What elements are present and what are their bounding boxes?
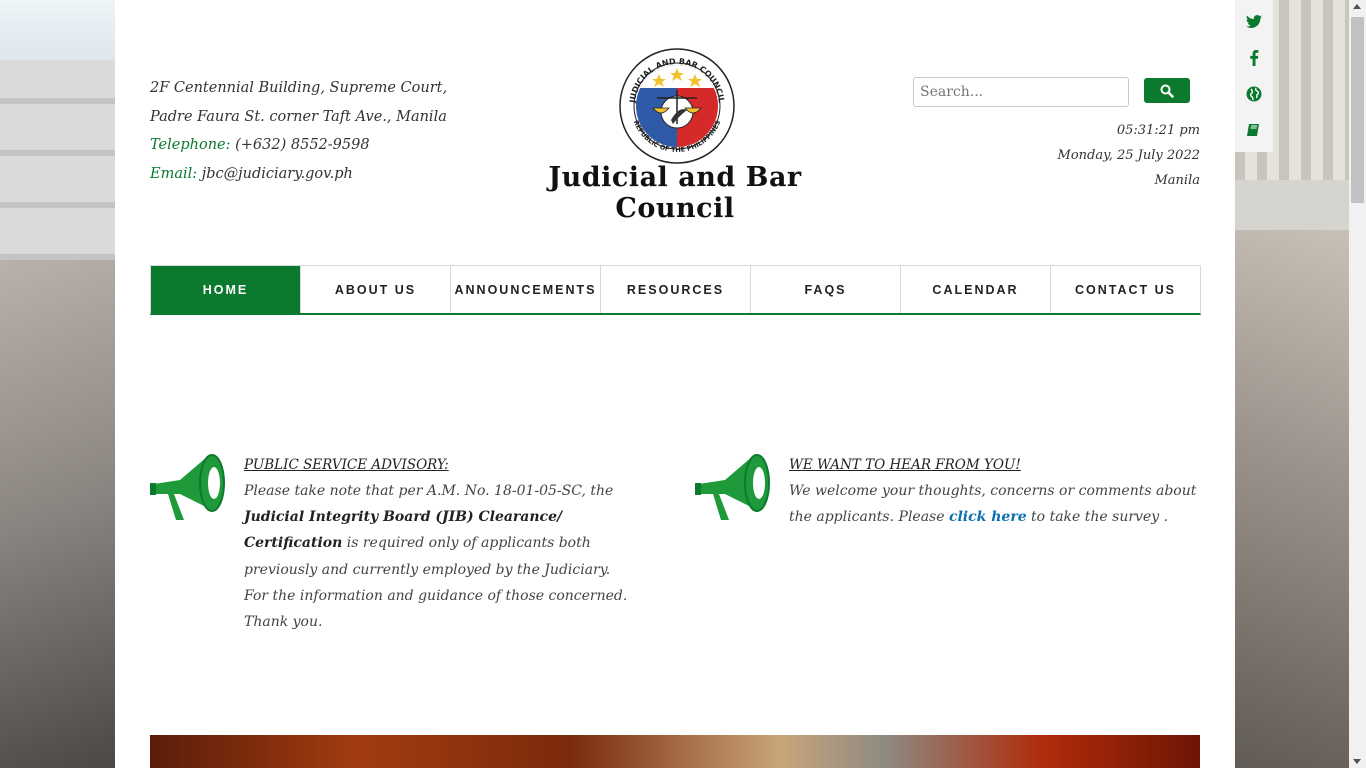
telephone-value: (+632) 8552-9598 [235,137,370,153]
search-icon [1160,84,1174,98]
telephone-line: Telephone: (+632) 8552-9598 [150,131,480,160]
nav-announcements[interactable]: ANNOUNCEMENTS [451,266,601,313]
scroll-up-icon[interactable] [1353,4,1361,9]
scrollbar-thumb[interactable] [1351,17,1364,203]
nav-faqs[interactable]: FAQS [751,266,901,313]
globe-icon[interactable] [1244,84,1264,104]
search-input[interactable] [913,77,1129,107]
gavel-banner-image [150,735,1200,768]
background-building-left [0,0,115,768]
email-value: jbc@judiciary.gov.ph [201,165,353,182]
page-container: 2F Centennial Building, Supreme Court, P… [115,0,1235,768]
nav-resources[interactable]: RESOURCES [601,266,751,313]
address-line-1: 2F Centennial Building, Supreme Court, [150,80,448,96]
advisory-text-1: Please take note that per A.M. No. 18-01… [244,483,614,499]
address-line-2: Padre Faura St. corner Taft Ave., Manila [150,108,447,125]
survey-heading: WE WANT TO HEAR FROM YOU! [789,457,1021,473]
megaphone-icon [150,454,225,520]
nav-about-us[interactable]: ABOUT US [301,266,451,313]
email-line: Email: jbc@judiciary.gov.ph [150,160,480,189]
site-title[interactable]: Judicial and Bar Council [515,162,835,224]
telephone-label: Telephone: [150,137,231,153]
contact-info: 2F Centennial Building, Supreme Court, P… [150,74,480,188]
nav-contact-us[interactable]: CONTACT US [1051,266,1200,313]
clock-date: Monday, 25 July 2022 [1057,148,1200,163]
advisory-body: Please take note that per A.M. No. 18-01… [244,478,664,635]
nav-home[interactable]: HOME [151,266,301,313]
survey-link[interactable]: click here [949,509,1027,525]
page-scrollbar[interactable] [1349,0,1366,768]
search-button[interactable] [1144,78,1190,103]
scroll-down-icon[interactable] [1353,759,1361,764]
megaphone-icon [695,454,770,520]
jbc-seal-logo[interactable]: JUDICIAL AND BAR COUNCIL REPUBLIC OF THE… [617,46,737,166]
social-sidebar [1235,0,1273,152]
nav-calendar[interactable]: CALENDAR [901,266,1051,313]
clock-time: 05:31:21 pm [1116,123,1200,138]
email-label: Email: [150,165,198,182]
advisory-text-3: For the information and guidance of thos… [244,587,628,631]
survey-body: We welcome your thoughts, concerns or co… [789,478,1201,530]
main-nav: HOME ABOUT US ANNOUNCEMENTS RESOURCES FA… [150,265,1201,315]
clock-city: Manila [1154,173,1201,188]
book-icon[interactable] [1244,120,1264,140]
facebook-icon[interactable] [1244,48,1264,68]
survey-text-2: to take the survey . [1026,509,1169,526]
date-time-display: 05:31:21 pm Monday, 25 July 2022 Manila [1015,118,1200,193]
twitter-icon[interactable] [1244,12,1264,32]
advisory-heading: PUBLIC SERVICE ADVISORY: [244,457,449,473]
